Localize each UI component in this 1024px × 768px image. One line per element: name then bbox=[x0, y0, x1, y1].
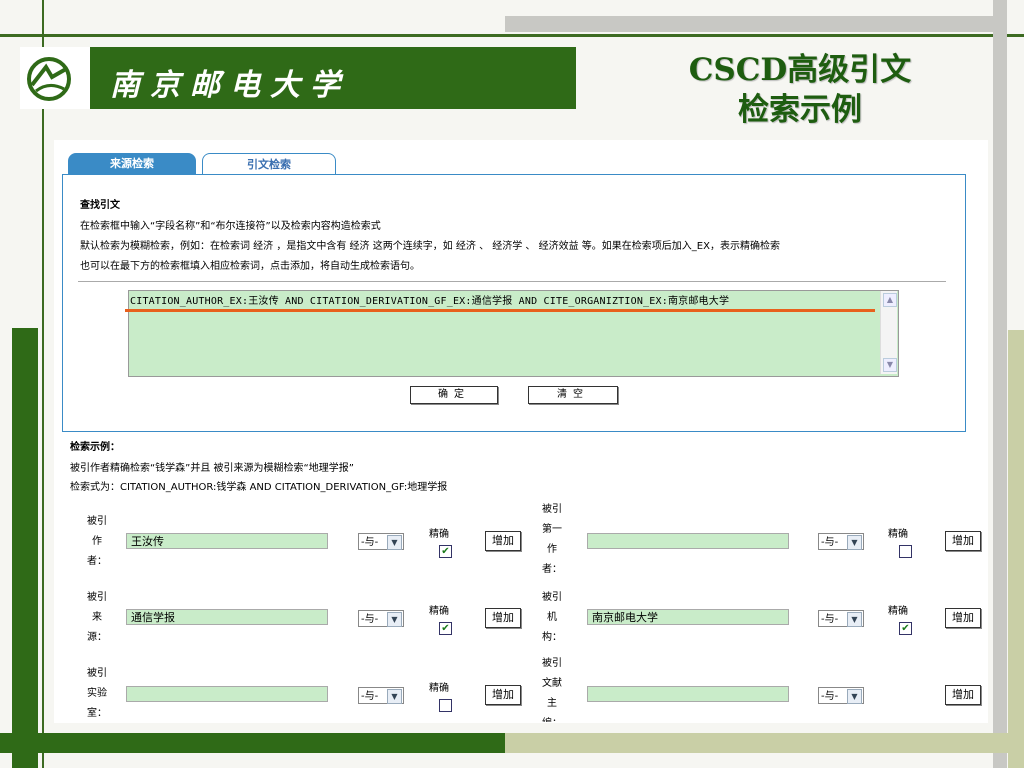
chevron-down-icon[interactable]: ▼ bbox=[387, 535, 402, 550]
slide-title: CSCD高级引文 检索示例 bbox=[640, 50, 960, 130]
left-green-bar bbox=[12, 328, 38, 768]
exact-label-5: 精确 bbox=[888, 606, 908, 617]
logo-icon bbox=[24, 55, 74, 103]
left-vertical-line bbox=[42, 0, 44, 768]
operator-select-5[interactable]: -与- ▼ bbox=[818, 610, 864, 627]
cited-author-input[interactable]: 王汝传 bbox=[126, 533, 328, 549]
add-button-4[interactable]: 增加 bbox=[945, 531, 981, 551]
cited-org-input[interactable]: 南京邮电大学 bbox=[587, 609, 789, 625]
slide-title-line1: CSCD高级引文 bbox=[688, 52, 912, 88]
right-olive-bar bbox=[1008, 330, 1024, 768]
label-cited-editor: 被引文献主编： bbox=[542, 658, 562, 722]
add-button-6[interactable]: 增加 bbox=[945, 685, 981, 705]
add-button-1[interactable]: 增加 bbox=[485, 531, 521, 551]
exact-checkbox-2[interactable]: ✔ bbox=[439, 622, 452, 635]
exact-label-3: 精确 bbox=[429, 683, 449, 694]
operator-select-3[interactable]: -与- ▼ bbox=[358, 687, 404, 704]
cited-lab-input[interactable] bbox=[126, 686, 328, 702]
exact-checkbox-5[interactable]: ✔ bbox=[899, 622, 912, 635]
right-grey-bar bbox=[993, 0, 1007, 768]
example-heading: 检索示例： bbox=[70, 442, 120, 453]
top-green-line bbox=[0, 34, 1024, 37]
cited-source-input[interactable]: 通信学报 bbox=[126, 609, 328, 625]
query-scrollbar[interactable]: ▲ ▼ bbox=[880, 291, 897, 374]
label-cited-first-author: 被引 第一作者： bbox=[542, 504, 562, 575]
bottom-green-bar bbox=[0, 733, 505, 753]
label-cited-author: 被引作者： bbox=[87, 516, 107, 567]
scroll-down-icon[interactable]: ▼ bbox=[883, 358, 897, 372]
clear-button[interactable]: 清空 bbox=[528, 386, 618, 404]
confirm-button[interactable]: 确定 bbox=[410, 386, 498, 404]
panel-instruction-3: 也可以在最下方的检索框填入相应检索词，点击添加，将自动生成检索语句。 bbox=[80, 261, 420, 272]
label-cited-lab: 被引 实验 室： bbox=[87, 668, 107, 719]
panel-instruction-2: 默认检索为模糊检索，例如：在检索词 经济 ，是指文中含有 经济 这两个连续字，如… bbox=[80, 241, 780, 252]
example-description: 被引作者精确检索“钱学森”并且 被引来源为模糊检索“地理学报” bbox=[70, 463, 354, 474]
bottom-olive-bar bbox=[505, 733, 1024, 753]
query-text: CITATION_AUTHOR_EX:王汝传 AND CITATION_DERI… bbox=[130, 296, 730, 307]
exact-label-1: 精确 bbox=[429, 529, 449, 540]
exact-checkbox-1[interactable]: ✔ bbox=[439, 545, 452, 558]
chevron-down-icon[interactable]: ▼ bbox=[847, 612, 862, 627]
exact-checkbox-4[interactable] bbox=[899, 545, 912, 558]
slide-title-line2: 检索示例 bbox=[738, 92, 862, 128]
tab-citation-search[interactable]: 引文检索 bbox=[202, 153, 336, 176]
example-expression: 检索式为：CITATION_AUTHOR:钱学森 AND CITATION_DE… bbox=[70, 482, 448, 493]
exact-checkbox-3[interactable] bbox=[439, 699, 452, 712]
cited-first-author-input[interactable] bbox=[587, 533, 789, 549]
university-name: 南京邮电大学 bbox=[110, 68, 350, 103]
operator-select-4[interactable]: -与- ▼ bbox=[818, 533, 864, 550]
chevron-down-icon[interactable]: ▼ bbox=[847, 689, 862, 704]
label-cited-source: 被引来源： bbox=[87, 592, 107, 643]
add-button-5[interactable]: 增加 bbox=[945, 608, 981, 628]
chevron-down-icon[interactable]: ▼ bbox=[387, 689, 402, 704]
chevron-down-icon[interactable]: ▼ bbox=[847, 535, 862, 550]
panel-divider bbox=[78, 281, 946, 282]
operator-select-2[interactable]: -与- ▼ bbox=[358, 610, 404, 627]
top-grey-bar bbox=[505, 16, 1005, 32]
operator-select-6[interactable]: -与- ▼ bbox=[818, 687, 864, 704]
query-underline bbox=[125, 309, 875, 312]
chevron-down-icon[interactable]: ▼ bbox=[387, 612, 402, 627]
cited-editor-input[interactable] bbox=[587, 686, 789, 702]
tab-source-search[interactable]: 来源检索 bbox=[68, 153, 196, 175]
add-button-2[interactable]: 增加 bbox=[485, 608, 521, 628]
label-cited-org: 被引机构： bbox=[542, 592, 562, 643]
exact-label-2: 精确 bbox=[429, 606, 449, 617]
add-button-3[interactable]: 增加 bbox=[485, 685, 521, 705]
panel-heading: 查找引文 bbox=[80, 200, 120, 211]
exact-label-4: 精确 bbox=[888, 529, 908, 540]
panel-instruction-1: 在检索框中输入“字段名称”和“布尔连接符”以及检索内容构造检索式 bbox=[80, 221, 381, 232]
operator-select-1[interactable]: -与- ▼ bbox=[358, 533, 404, 550]
scroll-up-icon[interactable]: ▲ bbox=[883, 293, 897, 307]
